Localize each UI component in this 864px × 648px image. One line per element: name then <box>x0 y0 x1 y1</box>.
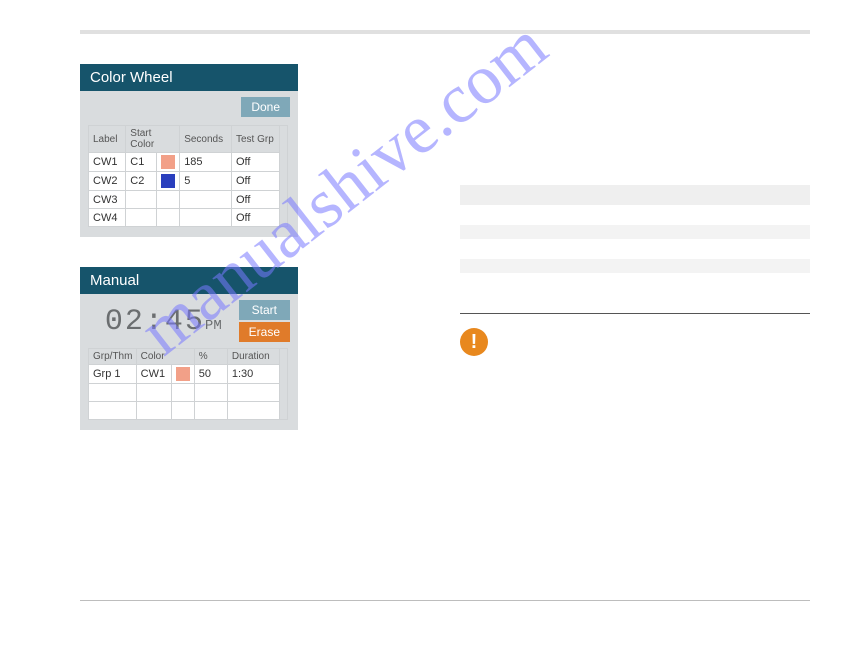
col-grpthm: Grp/Thm <box>89 349 137 365</box>
top-divider <box>80 30 810 34</box>
cell-swatch[interactable] <box>157 172 180 191</box>
cell-label[interactable]: CW1 <box>89 153 126 172</box>
col-label: Label <box>89 126 126 153</box>
table-row[interactable]: CW3 Off <box>89 191 288 209</box>
color-swatch-icon <box>161 155 175 169</box>
clock-display: 02:45PM <box>88 305 239 339</box>
table-row[interactable]: CW1 C1 185 Off <box>89 153 288 172</box>
col-start-color: Start Color <box>126 126 180 153</box>
color-wheel-panel: Color Wheel Done Label Start Color Secon… <box>80 64 298 237</box>
cell-swatch[interactable] <box>157 191 180 209</box>
table-scrollbar[interactable] <box>279 349 287 420</box>
bottom-divider <box>80 600 810 601</box>
cell-pct[interactable] <box>194 402 227 420</box>
col-pct: % <box>194 349 227 365</box>
clock-time: 02:45 <box>105 305 205 339</box>
cell-color[interactable] <box>136 384 171 402</box>
cell-seconds[interactable] <box>180 191 232 209</box>
cell-duration[interactable] <box>227 402 279 420</box>
manual-buttons: Start Erase <box>239 300 290 344</box>
manual-table: Grp/Thm Color % Duration Grp 1 CW1 50 1:… <box>88 348 288 420</box>
cell-testgrp[interactable]: Off <box>232 153 280 172</box>
manual-top-row: 02:45PM Start Erase <box>80 294 298 348</box>
table-header-row: Grp/Thm Color % Duration <box>89 349 288 365</box>
table-row[interactable]: CW2 C2 5 Off <box>89 172 288 191</box>
cell-swatch[interactable] <box>171 402 194 420</box>
done-button[interactable]: Done <box>241 97 290 117</box>
manual-panel: Manual 02:45PM Start Erase Grp/Thm Color… <box>80 267 298 430</box>
cell-swatch[interactable] <box>157 153 180 172</box>
placeholder-bar <box>460 259 810 273</box>
table-scrollbar[interactable] <box>279 126 287 227</box>
placeholder-line <box>460 313 810 314</box>
table-row[interactable] <box>89 384 288 402</box>
cell-color[interactable] <box>136 402 171 420</box>
cell-seconds[interactable]: 5 <box>180 172 232 191</box>
col-seconds: Seconds <box>180 126 232 153</box>
table-row[interactable]: Grp 1 CW1 50 1:30 <box>89 365 288 384</box>
table-row[interactable] <box>89 402 288 420</box>
color-wheel-toolbar: Done <box>80 91 298 125</box>
cell-duration[interactable]: 1:30 <box>227 365 279 384</box>
right-placeholder-bars <box>460 185 810 334</box>
erase-button[interactable]: Erase <box>239 322 290 342</box>
cell-seconds[interactable] <box>180 209 232 227</box>
cell-label[interactable]: CW3 <box>89 191 126 209</box>
cell-swatch[interactable] <box>171 365 194 384</box>
table-row[interactable]: CW4 Off <box>89 209 288 227</box>
color-swatch-icon <box>176 367 190 381</box>
col-color: Color <box>136 349 194 365</box>
cell-testgrp[interactable]: Off <box>232 172 280 191</box>
color-swatch-icon <box>161 174 175 188</box>
cell-testgrp[interactable]: Off <box>232 191 280 209</box>
cell-pct[interactable] <box>194 384 227 402</box>
start-button[interactable]: Start <box>239 300 290 320</box>
cell-testgrp[interactable]: Off <box>232 209 280 227</box>
cell-grpthm[interactable] <box>89 384 137 402</box>
cell-duration[interactable] <box>227 384 279 402</box>
placeholder-bar <box>460 185 810 205</box>
cell-startcolor[interactable] <box>126 209 157 227</box>
placeholder-bar <box>460 225 810 239</box>
cell-color[interactable]: CW1 <box>136 365 171 384</box>
cell-label[interactable]: CW4 <box>89 209 126 227</box>
color-wheel-table: Label Start Color Seconds Test Grp CW1 C… <box>88 125 288 227</box>
cell-label[interactable]: CW2 <box>89 172 126 191</box>
cell-seconds[interactable]: 185 <box>180 153 232 172</box>
cell-startcolor[interactable]: C2 <box>126 172 157 191</box>
color-wheel-title: Color Wheel <box>80 64 298 91</box>
cell-swatch[interactable] <box>157 209 180 227</box>
col-test-grp: Test Grp <box>232 126 280 153</box>
table-header-row: Label Start Color Seconds Test Grp <box>89 126 288 153</box>
cell-startcolor[interactable] <box>126 191 157 209</box>
cell-startcolor[interactable]: C1 <box>126 153 157 172</box>
cell-pct[interactable]: 50 <box>194 365 227 384</box>
warning-icon: ! <box>460 328 488 356</box>
cell-grpthm[interactable] <box>89 402 137 420</box>
clock-period: PM <box>205 318 222 334</box>
col-duration: Duration <box>227 349 279 365</box>
cell-swatch[interactable] <box>171 384 194 402</box>
manual-title: Manual <box>80 267 298 294</box>
cell-grpthm[interactable]: Grp 1 <box>89 365 137 384</box>
